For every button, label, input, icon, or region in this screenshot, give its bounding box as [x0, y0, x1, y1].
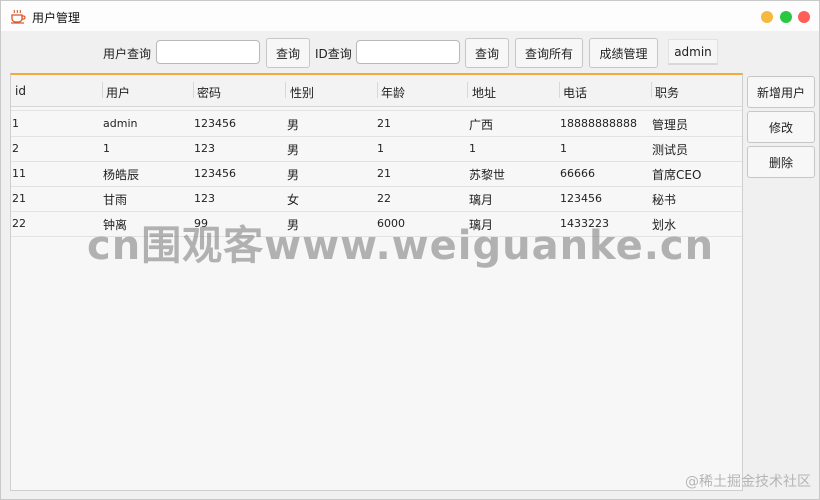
query-all-button[interactable]: 查询所有 — [515, 38, 583, 68]
id-query-input[interactable] — [356, 40, 460, 64]
column-divider[interactable] — [559, 82, 560, 98]
maximize-button[interactable] — [780, 11, 792, 23]
cell-id: 22 — [12, 217, 26, 230]
column-header-id[interactable]: id — [15, 84, 26, 98]
cell-age: 21 — [377, 117, 391, 130]
column-header-address[interactable]: 地址 — [472, 84, 496, 101]
column-header-gender[interactable]: 性别 — [290, 84, 314, 101]
column-divider[interactable] — [377, 82, 378, 98]
cell-position: 测试员 — [652, 143, 689, 157]
cell-gender: 男 — [287, 218, 300, 232]
close-button[interactable] — [798, 11, 810, 23]
user-table[interactable]: id 用户 密码 性别 年龄 地址 电话 职务 1 admin 123456 男… — [10, 73, 743, 491]
cell-phone: 66666 — [560, 167, 595, 180]
table-header: id 用户 密码 性别 年龄 地址 电话 职务 — [11, 75, 742, 107]
column-header-age[interactable]: 年龄 — [381, 84, 405, 101]
table-row[interactable]: 21 甘雨 123 女 22 璃月 123456 秘书 — [11, 186, 742, 212]
column-header-phone[interactable]: 电话 — [563, 84, 587, 101]
cell-user: 1 — [103, 142, 110, 155]
cell-password: 123 — [194, 142, 215, 155]
cell-user: admin — [103, 117, 138, 130]
cell-phone: 1433223 — [560, 217, 609, 230]
column-header-user[interactable]: 用户 — [106, 84, 130, 101]
cell-password: 123456 — [194, 117, 236, 130]
window-title: 用户管理 — [32, 11, 81, 25]
cell-user: 甘雨 — [103, 193, 128, 207]
title-bar: 用户管理 — [1, 1, 819, 31]
column-divider[interactable] — [285, 82, 286, 98]
cell-gender: 男 — [287, 168, 300, 182]
minimize-button[interactable] — [761, 11, 773, 23]
cell-age: 1 — [377, 142, 384, 155]
column-divider[interactable] — [467, 82, 468, 98]
cell-id: 2 — [12, 142, 19, 155]
cell-position: 管理员 — [652, 118, 689, 132]
table-row[interactable]: 11 杨皓辰 123456 男 21 苏黎世 66666 首席CEO — [11, 161, 742, 187]
user-query-input[interactable] — [156, 40, 260, 64]
cell-password: 123456 — [194, 167, 236, 180]
cell-gender: 男 — [287, 143, 300, 157]
cell-user: 钟离 — [103, 218, 128, 232]
grades-management-button[interactable]: 成绩管理 — [589, 38, 658, 68]
cell-phone: 18888888888 — [560, 117, 637, 130]
edit-button[interactable]: 修改 — [747, 111, 815, 143]
cell-password: 123 — [194, 192, 215, 205]
cell-age: 6000 — [377, 217, 405, 230]
cell-id: 11 — [12, 167, 26, 180]
cell-gender: 女 — [287, 193, 300, 207]
column-divider[interactable] — [651, 82, 652, 98]
delete-button[interactable]: 删除 — [747, 146, 815, 178]
cell-phone: 1 — [560, 142, 567, 155]
cell-address: 璃月 — [469, 218, 494, 232]
cell-position: 首席CEO — [652, 168, 702, 182]
cell-position: 秘书 — [652, 193, 677, 207]
app-window: 用户管理 用户查询 查询 ID查询 查询 查询所有 成绩管理 admin id … — [0, 0, 820, 500]
cell-address: 璃月 — [469, 193, 494, 207]
add-user-button[interactable]: 新增用户 — [747, 76, 815, 108]
cell-position: 划水 — [652, 218, 677, 232]
cell-user: 杨皓辰 — [103, 168, 140, 182]
cell-phone: 123456 — [560, 192, 602, 205]
column-header-position[interactable]: 职务 — [655, 84, 679, 101]
cell-id: 1 — [12, 117, 19, 130]
coffee-cup-icon — [11, 9, 26, 24]
user-query-button[interactable]: 查询 — [266, 38, 310, 68]
cell-address: 广西 — [469, 118, 494, 132]
cell-age: 21 — [377, 167, 391, 180]
cell-id: 21 — [12, 192, 26, 205]
column-divider[interactable] — [193, 82, 194, 98]
column-divider[interactable] — [102, 82, 103, 98]
id-query-label: ID查询 — [315, 47, 352, 61]
current-user-label: admin — [668, 39, 718, 65]
cell-age: 22 — [377, 192, 391, 205]
cell-address: 1 — [469, 142, 476, 155]
table-row[interactable]: 2 1 123 男 1 1 1 测试员 — [11, 136, 742, 162]
cell-gender: 男 — [287, 118, 300, 132]
cell-address: 苏黎世 — [469, 168, 506, 182]
column-header-password[interactable]: 密码 — [197, 84, 221, 101]
user-query-label: 用户查询 — [103, 47, 152, 61]
cell-password: 99 — [194, 217, 208, 230]
id-query-button[interactable]: 查询 — [465, 38, 509, 68]
table-row[interactable]: 22 钟离 99 男 6000 璃月 1433223 划水 — [11, 211, 742, 237]
table-row[interactable]: 1 admin 123456 男 21 广西 18888888888 管理员 — [11, 110, 742, 137]
